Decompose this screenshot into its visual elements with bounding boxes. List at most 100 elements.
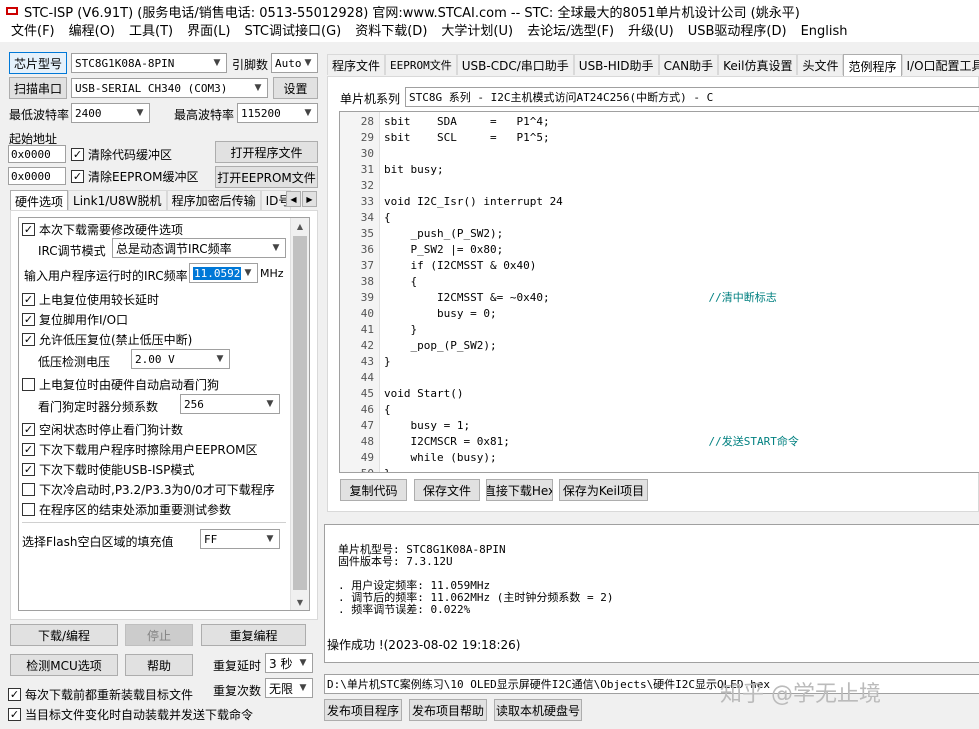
repeat-delay-select[interactable]: 3 秒 ▼ <box>265 653 313 673</box>
tab-link1[interactable]: Link1/U8W脱机 <box>68 190 167 210</box>
clear-eeprom-label: 清除EEPROM缓冲区 <box>88 170 199 184</box>
menu-program[interactable]: 编程(O) <box>62 22 122 42</box>
read-disk-id-button[interactable]: 读取本机硬盘号 <box>494 699 582 721</box>
series-select[interactable]: STC8G 系列 - I2C主机模式访问AT24C256(中断方式) - C <box>405 87 979 107</box>
irc-freq-input[interactable]: 11.0592 ▼ <box>189 263 258 283</box>
scan-port-button[interactable]: 扫描串口 <box>9 77 67 99</box>
port-settings-button[interactable]: 设置 <box>273 77 318 99</box>
code-statement: busy = 0; <box>384 307 497 320</box>
code-text: _pop_(P_SW2); <box>384 338 496 354</box>
tab-usb-hid[interactable]: USB-HID助手 <box>573 54 659 75</box>
options-scrollbar[interactable]: ▲ ▼ <box>290 218 309 610</box>
menu-file[interactable]: 文件(F) <box>4 22 62 42</box>
tab-examples[interactable]: 范例程序 <box>843 54 902 77</box>
tab-can[interactable]: CAN助手 <box>658 54 719 75</box>
reset-io-label: 复位脚用作I/O口 <box>39 313 129 327</box>
copy-code-button[interactable]: 复制代码 <box>340 479 407 501</box>
repeat-count-select[interactable]: 无限 ▼ <box>265 678 313 698</box>
reload-each-label: 每次下载前都重新装载目标文件 <box>25 688 194 702</box>
pin-label: 引脚数 <box>232 58 269 72</box>
chevron-down-icon: ▼ <box>304 58 312 68</box>
menu-downloads[interactable]: 资料下载(D) <box>348 22 434 42</box>
tab-program-file[interactable]: 程序文件 <box>327 54 386 75</box>
publish-program-button[interactable]: 发布项目程序 <box>324 699 402 721</box>
long-delay-checkbox[interactable]: ✓ 上电复位使用较长延时 <box>22 291 159 308</box>
tab-scroll-left-icon[interactable]: ◀ <box>286 191 301 207</box>
code-text: P_SW2 |= 0x80; <box>384 242 503 258</box>
low-volt-reset-checkbox[interactable]: ✓ 允许低压复位(禁止低压中断) <box>22 331 192 348</box>
reload-each-checkbox[interactable]: ✓ 每次下载前都重新装载目标文件 <box>8 686 193 703</box>
scroll-up-icon[interactable]: ▲ <box>291 218 309 234</box>
wdt-div-value: 256 <box>184 397 204 411</box>
stop-button[interactable]: 停止 <box>125 624 193 646</box>
reprogram-button[interactable]: 重复编程 <box>201 624 306 646</box>
modify-hw-checkbox[interactable]: ✓ 本次下载需要修改硬件选项 <box>22 221 183 238</box>
line-number: 28 <box>360 115 374 128</box>
clear-eeprom-checkbox[interactable]: ✓ 清除EEPROM缓冲区 <box>71 168 199 185</box>
menu-forum[interactable]: 去论坛/选型(F) <box>520 22 621 42</box>
menu-english[interactable]: English <box>794 22 855 42</box>
irc-mode-select[interactable]: 总是动态调节IRC频率 ▼ <box>112 238 286 258</box>
max-baud-label: 最高波特率 <box>174 108 235 122</box>
menu-university[interactable]: 大学计划(U) <box>434 22 520 42</box>
code-text: { <box>384 210 391 226</box>
menu-usb-driver[interactable]: USB驱动程序(D) <box>681 22 794 42</box>
tab-usb-cdc[interactable]: USB-CDC/串口助手 <box>456 54 574 75</box>
tab-eeprom-file[interactable]: EEPROM文件 <box>385 54 457 75</box>
tab-hardware-options[interactable]: 硬件选项 <box>10 190 69 211</box>
chip-model-select[interactable]: STC8G1K08A-8PIN ▼ <box>71 53 227 73</box>
code-view[interactable]: 28 sbit SDA = P1^4; 29 sbit SCL = P1^5; 30 31… <box>339 111 979 473</box>
help-button[interactable]: 帮助 <box>125 654 193 676</box>
code-line: 29 sbit SCL = P1^5; <box>340 130 979 146</box>
menu-tools[interactable]: 工具(T) <box>122 22 180 42</box>
scroll-down-icon[interactable]: ▼ <box>291 594 309 610</box>
download-hex-button[interactable]: 直接下载Hex <box>486 479 553 501</box>
save-keil-project-button[interactable]: 保存为Keil项目 <box>559 479 648 501</box>
menu-interface[interactable]: 界面(L) <box>180 22 237 42</box>
code-line: 33 void I2C_Isr() interrupt 24 <box>340 194 979 210</box>
publish-help-button[interactable]: 发布项目帮助 <box>409 699 487 721</box>
empty-checkbox-icon <box>22 503 35 516</box>
log-firmware: 固件版本号: 7.3.12U <box>338 555 453 568</box>
tab-header-file[interactable]: 头文件 <box>797 54 844 75</box>
min-baud-select[interactable]: 2400 ▼ <box>71 103 150 123</box>
wdt-div-select[interactable]: 256 ▼ <box>180 394 280 414</box>
code-line: 45 void Start() <box>340 386 979 402</box>
tab-keil-sim[interactable]: Keil仿真设置 <box>718 54 798 75</box>
chip-model-button[interactable]: 芯片型号 <box>9 52 67 74</box>
max-baud-select[interactable]: 115200 ▼ <box>237 103 318 123</box>
log-output[interactable]: 单片机型号: STC8G1K08A-8PIN 固件版本号: 7.3.12U . … <box>324 524 979 663</box>
wdt-auto-checkbox[interactable]: 上电复位时由硬件自动启动看门狗 <box>22 376 219 393</box>
idle-stop-wdt-checkbox[interactable]: ✓ 空闲状态时停止看门狗计数 <box>22 421 183 438</box>
usb-isp-label: 下次下载时使能USB-ISP模式 <box>39 463 195 477</box>
tab-encrypted-transfer[interactable]: 程序加密后传输 <box>166 190 261 210</box>
reset-io-checkbox[interactable]: ✓ 复位脚用作I/O口 <box>22 311 128 328</box>
fill-value-select[interactable]: FF ▼ <box>200 529 280 549</box>
pin-select[interactable]: Auto ▼ <box>271 53 318 73</box>
detect-mcu-button[interactable]: 检测MCU选项 <box>10 654 118 676</box>
tab-scroll-right-icon[interactable]: ▶ <box>302 191 317 207</box>
pin-value: Auto <box>275 56 302 70</box>
download-program-button[interactable]: 下载/编程 <box>10 624 118 646</box>
scrollbar-thumb[interactable] <box>293 236 307 590</box>
open-program-file-button[interactable]: 打开程序文件 <box>215 141 318 163</box>
erase-eeprom-checkbox[interactable]: ✓ 下次下载用户程序时擦除用户EEPROM区 <box>22 441 258 458</box>
code-line: 49 while (busy); <box>340 450 979 466</box>
open-eeprom-file-button[interactable]: 打开EEPROM文件 <box>215 166 318 188</box>
code-line: 39 I2CMSST &= ~0x40; //清中断标志 <box>340 290 979 306</box>
code-start-address-input[interactable]: 0x0000 <box>8 145 66 163</box>
tab-io-config[interactable]: I/O口配置工具 <box>901 54 979 75</box>
save-file-button[interactable]: 保存文件 <box>414 479 480 501</box>
low-volt-select[interactable]: 2.00 V ▼ <box>131 349 230 369</box>
menu-debug[interactable]: STC调试接口(G) <box>238 22 349 42</box>
clear-code-checkbox[interactable]: ✓ 清除代码缓冲区 <box>71 146 172 163</box>
cold-boot-checkbox[interactable]: 下次冷启动时,P3.2/P3.3为0/0才可下载程序 <box>22 481 275 498</box>
eeprom-start-address-input[interactable]: 0x0000 <box>8 167 66 185</box>
add-test-param-checkbox[interactable]: 在程序区的结束处添加重要测试参数 <box>22 501 231 518</box>
port-select[interactable]: USB-SERIAL CH340 (COM3) ▼ <box>71 78 268 98</box>
repeat-delay-label: 重复延时 <box>213 659 262 673</box>
auto-reload-checkbox[interactable]: ✓ 当目标文件变化时自动装载并发送下载命令 <box>8 706 253 723</box>
code-statement: while (busy); <box>384 451 497 464</box>
menu-upgrade[interactable]: 升级(U) <box>621 22 681 42</box>
usb-isp-checkbox[interactable]: ✓ 下次下载时使能USB-ISP模式 <box>22 461 194 478</box>
